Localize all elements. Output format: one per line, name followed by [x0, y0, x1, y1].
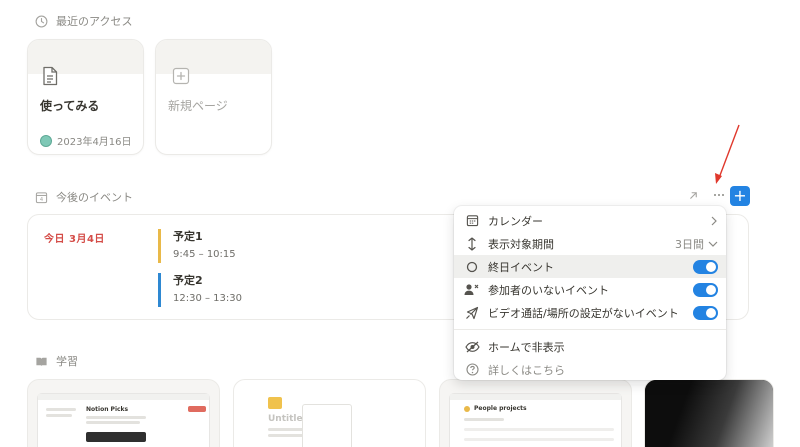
card-title: 使ってみる: [40, 99, 100, 113]
events-options-menu: カレンダー 表示対象期間 3日間 終日イベント 参加者のいないイベント ビデオ通…: [454, 206, 726, 380]
more-options-icon[interactable]: [713, 189, 725, 201]
avatar: [40, 134, 52, 147]
preview-thumbnail: Untitled: [244, 394, 415, 447]
no-video-toggle[interactable]: [693, 305, 718, 320]
learning-card[interactable]: Untitled: [233, 379, 426, 447]
card-date: 2023年4月16日: [57, 137, 132, 148]
event-item[interactable]: 予定2 12:30 – 13:30: [158, 273, 242, 307]
vertical-arrows-icon: [464, 236, 480, 252]
pencil-icon: [268, 397, 282, 409]
new-page-card[interactable]: 新規ページ: [155, 39, 272, 155]
event-time: 12:30 – 13:30: [173, 293, 242, 304]
events-section-title: 今後のイベント: [56, 191, 133, 204]
range-value: 3日間: [675, 237, 704, 251]
menu-item-learn-more[interactable]: 詳しくはこちら: [454, 358, 726, 381]
person-x-icon: [464, 282, 480, 298]
menu-item-label: ホームで非表示: [488, 340, 565, 354]
eye-off-icon: [464, 339, 480, 355]
book-icon: [36, 357, 47, 366]
calendar-icon: [464, 213, 480, 229]
learning-section-title: 学習: [56, 355, 78, 368]
svg-text:4: 4: [40, 197, 43, 203]
learning-card[interactable]: [644, 379, 774, 447]
menu-divider: [454, 329, 726, 330]
preview-thumbnail: People projects: [450, 394, 621, 447]
today-label: 今日 3月4日: [44, 234, 105, 245]
menu-item-all-day[interactable]: 終日イベント: [454, 255, 726, 278]
preview-thumbnail: [645, 380, 773, 447]
menu-item-range[interactable]: 表示対象期間 3日間: [454, 232, 726, 255]
learning-card[interactable]: Notion Picks: [27, 379, 220, 447]
help-icon: [464, 362, 480, 378]
menu-item-label: 終日イベント: [488, 260, 554, 274]
open-arrow-icon[interactable]: [688, 190, 699, 201]
all-day-toggle[interactable]: [693, 259, 718, 274]
recent-section-label: 最近のアクセス: [35, 13, 132, 29]
menu-item-label: 表示対象期間: [488, 237, 554, 251]
event-title: 予定1: [173, 230, 203, 243]
menu-item-label: 詳しくはこちら: [488, 363, 565, 377]
menu-item-label: カレンダー: [488, 214, 543, 228]
recent-section-title: 最近のアクセス: [56, 15, 133, 28]
card-meta: 2023年4月16日: [40, 133, 132, 148]
preview-thumbnail: Notion Picks: [38, 394, 209, 447]
learning-card[interactable]: People projects: [439, 379, 632, 447]
menu-item-no-attendees[interactable]: 参加者のいないイベント: [454, 278, 726, 301]
chevron-right-icon: [711, 216, 717, 225]
page-card-tsukattemiru[interactable]: 使ってみる 2023年4月16日: [27, 39, 144, 155]
add-event-button[interactable]: +: [730, 186, 750, 206]
event-time: 9:45 – 10:15: [173, 249, 236, 260]
location-off-icon: [464, 305, 480, 321]
card-title: 新規ページ: [168, 99, 228, 113]
learning-section-label: 学習: [35, 353, 78, 369]
menu-item-no-video[interactable]: ビデオ通話/場所の設定がないイベント: [454, 301, 726, 324]
circle-icon: [464, 259, 480, 275]
event-title: 予定2: [173, 274, 203, 287]
events-section-label: 4 今後のイベント: [35, 189, 133, 205]
no-attendees-toggle[interactable]: [693, 282, 718, 297]
menu-item-label: ビデオ通話/場所の設定がないイベント: [488, 306, 679, 320]
menu-item-hide-home[interactable]: ホームで非表示: [454, 335, 726, 358]
menu-item-label: 参加者のいないイベント: [488, 283, 609, 297]
event-item[interactable]: 予定1 9:45 – 10:15: [158, 229, 236, 263]
add-page-icon: [172, 67, 190, 85]
chevron-down-icon: [708, 241, 718, 247]
calendar-icon: 4: [35, 191, 48, 203]
plus-icon: +: [733, 186, 747, 205]
clock-icon: [35, 15, 48, 27]
menu-item-calendar[interactable]: カレンダー: [454, 209, 726, 232]
document-icon: [43, 66, 58, 86]
